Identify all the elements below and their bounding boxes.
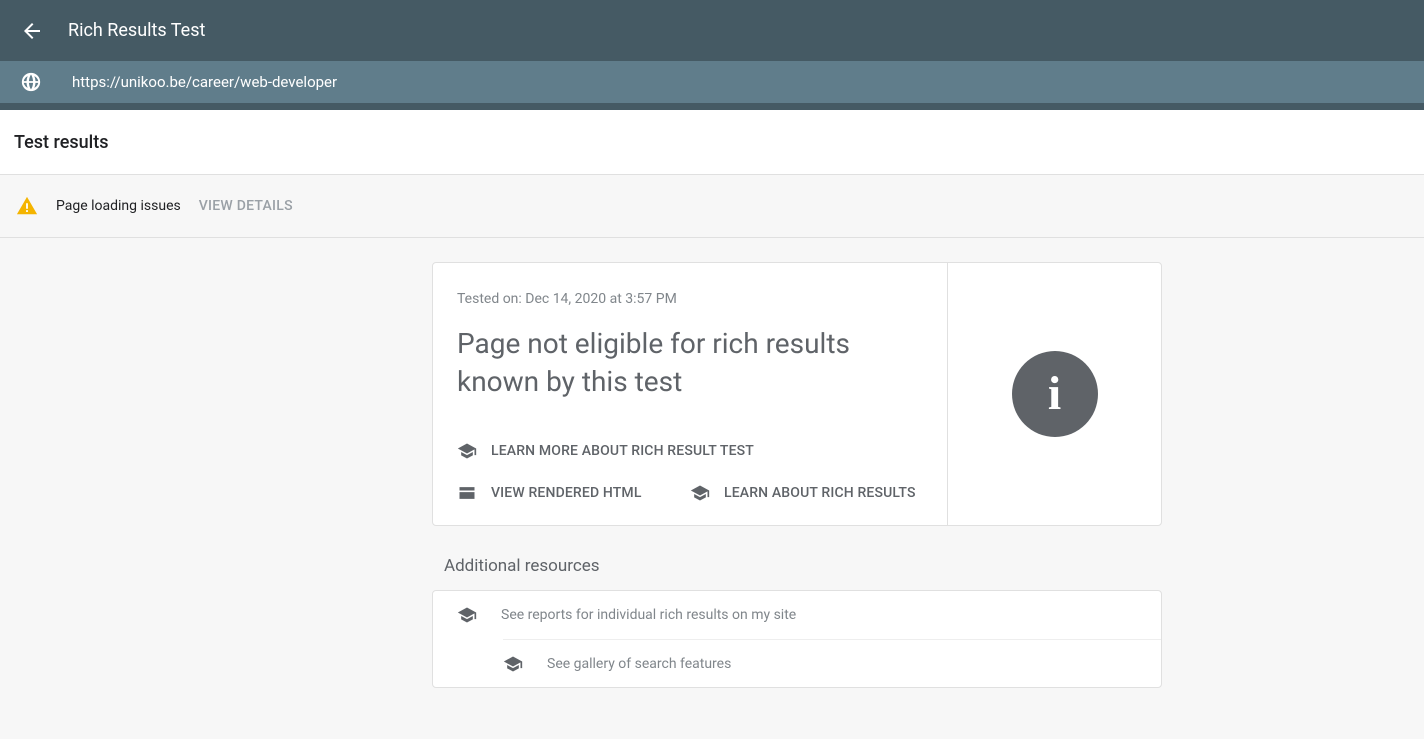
result-title: Page not eligible for rich results known… bbox=[457, 325, 877, 401]
view-rendered-html-link[interactable]: VIEW RENDERED HTML bbox=[457, 483, 690, 503]
school-icon bbox=[690, 483, 710, 503]
resource-item-reports[interactable]: See reports for individual rich results … bbox=[433, 591, 1161, 639]
results-heading-bar: Test results bbox=[0, 110, 1424, 175]
tested-on-text: Tested on: Dec 14, 2020 at 3:57 PM bbox=[457, 291, 923, 307]
app-title: Rich Results Test bbox=[68, 20, 205, 41]
issues-text: Page loading issues bbox=[56, 198, 181, 214]
web-page-icon bbox=[457, 483, 477, 503]
content-area: Tested on: Dec 14, 2020 at 3:57 PM Page … bbox=[0, 238, 1424, 728]
url-bar: https://unikoo.be/career/web-developer bbox=[0, 61, 1424, 110]
view-details-button[interactable]: VIEW DETAILS bbox=[199, 198, 293, 214]
school-icon bbox=[503, 654, 523, 674]
result-status-icon-area: i bbox=[947, 263, 1161, 525]
resource-item-gallery[interactable]: See gallery of search features bbox=[503, 639, 1161, 687]
resource-label: See gallery of search features bbox=[547, 656, 731, 672]
info-icon: i bbox=[1012, 351, 1098, 437]
app-header: Rich Results Test bbox=[0, 0, 1424, 61]
additional-resources-heading: Additional resources bbox=[444, 556, 1162, 576]
view-rendered-label: VIEW RENDERED HTML bbox=[491, 485, 642, 501]
learn-results-label: LEARN ABOUT RICH RESULTS bbox=[724, 485, 916, 501]
learn-rich-results-link[interactable]: LEARN ABOUT RICH RESULTS bbox=[690, 483, 923, 503]
school-icon bbox=[457, 605, 477, 625]
result-card: Tested on: Dec 14, 2020 at 3:57 PM Page … bbox=[432, 262, 1162, 526]
tested-url[interactable]: https://unikoo.be/career/web-developer bbox=[72, 73, 337, 91]
learn-more-label: LEARN MORE ABOUT RICH RESULT TEST bbox=[491, 443, 754, 459]
back-arrow-icon[interactable] bbox=[20, 19, 44, 43]
learn-more-link[interactable]: LEARN MORE ABOUT RICH RESULT TEST bbox=[457, 441, 923, 461]
issues-bar: Page loading issues VIEW DETAILS bbox=[0, 175, 1424, 238]
resource-label: See reports for individual rich results … bbox=[501, 607, 796, 623]
school-icon bbox=[457, 441, 477, 461]
warning-icon bbox=[16, 195, 38, 217]
resources-list: See reports for individual rich results … bbox=[432, 590, 1162, 688]
results-heading: Test results bbox=[14, 132, 108, 153]
globe-icon bbox=[20, 71, 42, 93]
